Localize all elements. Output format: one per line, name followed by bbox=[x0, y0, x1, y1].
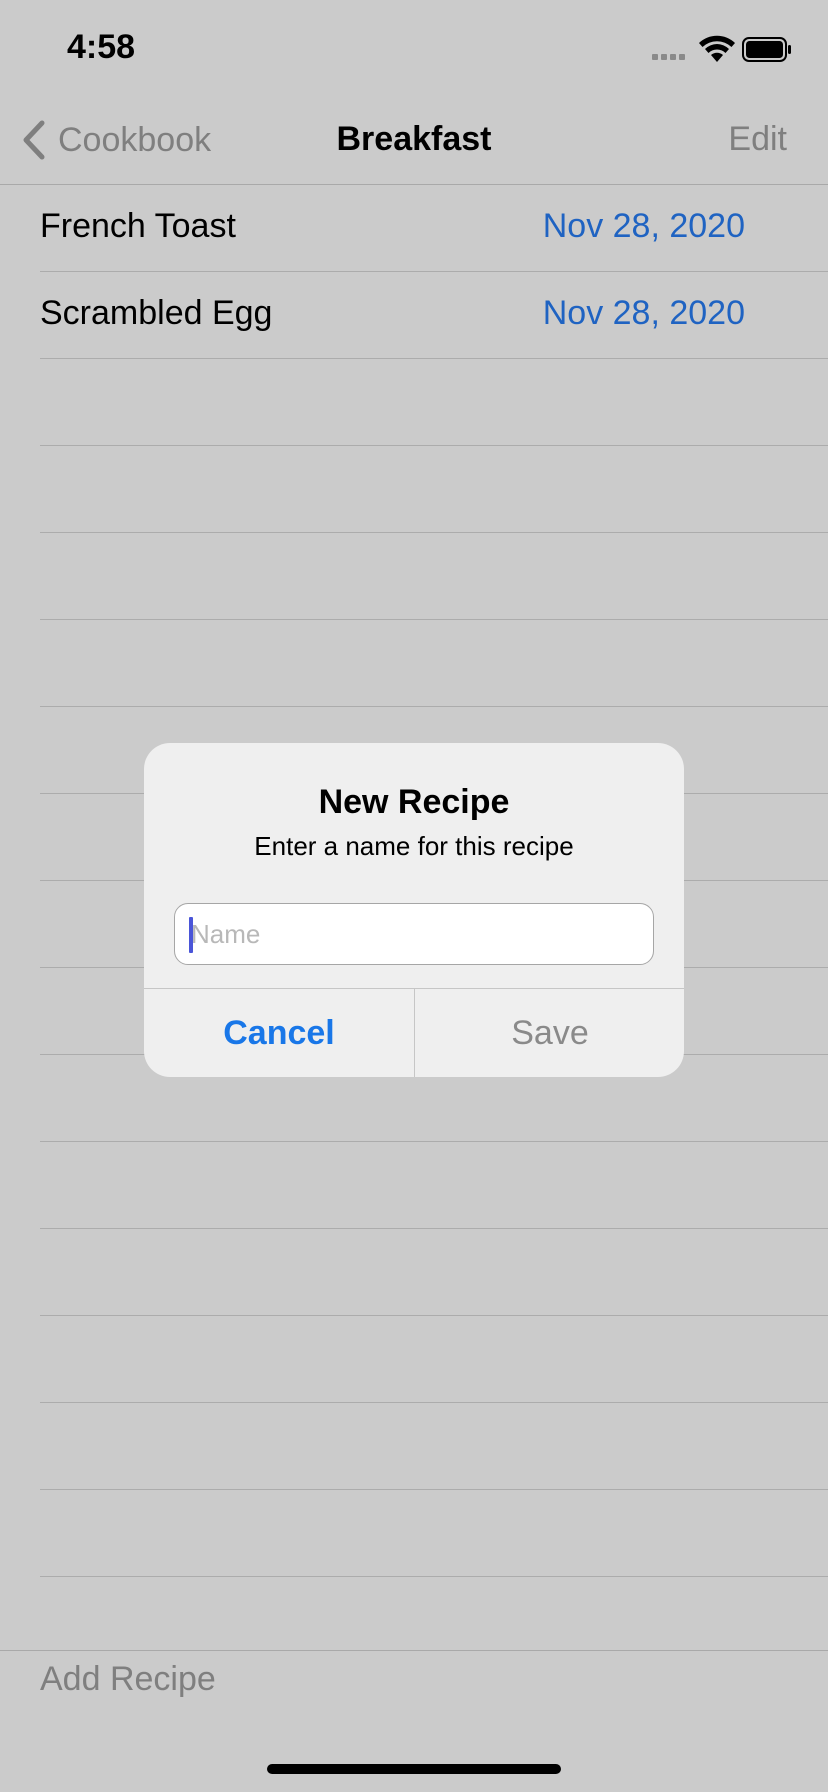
list-item[interactable]: French Toast Nov 28, 2020 bbox=[0, 185, 828, 272]
screen: 4:58 Cookbook Breakfast Edit French Toas… bbox=[0, 0, 828, 1792]
empty-row bbox=[0, 359, 828, 446]
empty-row bbox=[0, 1142, 828, 1229]
list-item[interactable]: Scrambled Egg Nov 28, 2020 bbox=[0, 272, 828, 359]
empty-row bbox=[0, 446, 828, 533]
empty-row bbox=[0, 1229, 828, 1316]
page-title: Breakfast bbox=[336, 120, 492, 158]
empty-row bbox=[0, 620, 828, 707]
text-cursor bbox=[189, 917, 193, 953]
wifi-icon bbox=[699, 35, 735, 62]
empty-row bbox=[0, 1403, 828, 1490]
battery-icon bbox=[742, 37, 791, 62]
alert-message: Enter a name for this recipe bbox=[254, 831, 574, 861]
new-recipe-alert: New Recipe Enter a name for this recipe … bbox=[144, 743, 684, 1077]
save-button[interactable]: Save bbox=[415, 989, 684, 1077]
home-indicator bbox=[267, 1764, 561, 1774]
toolbar-divider bbox=[0, 1650, 828, 1651]
empty-row bbox=[0, 1316, 828, 1403]
empty-row bbox=[0, 533, 828, 620]
empty-row bbox=[0, 1490, 828, 1577]
recipe-name-input[interactable] bbox=[175, 904, 653, 964]
cellular-signal-icon bbox=[652, 54, 685, 60]
recipe-name: French Toast bbox=[40, 207, 236, 245]
cancel-button[interactable]: Cancel bbox=[144, 989, 414, 1077]
edit-button[interactable]: Edit bbox=[728, 120, 787, 159]
recipe-date: Nov 28, 2020 bbox=[542, 294, 745, 332]
alert-title: New Recipe bbox=[318, 783, 510, 821]
status-time: 4:58 bbox=[67, 28, 136, 66]
recipe-date: Nov 28, 2020 bbox=[542, 207, 745, 245]
recipe-name: Scrambled Egg bbox=[40, 294, 273, 332]
recipe-name-field[interactable] bbox=[174, 903, 654, 965]
add-recipe-button[interactable]: Add Recipe bbox=[40, 1660, 216, 1699]
